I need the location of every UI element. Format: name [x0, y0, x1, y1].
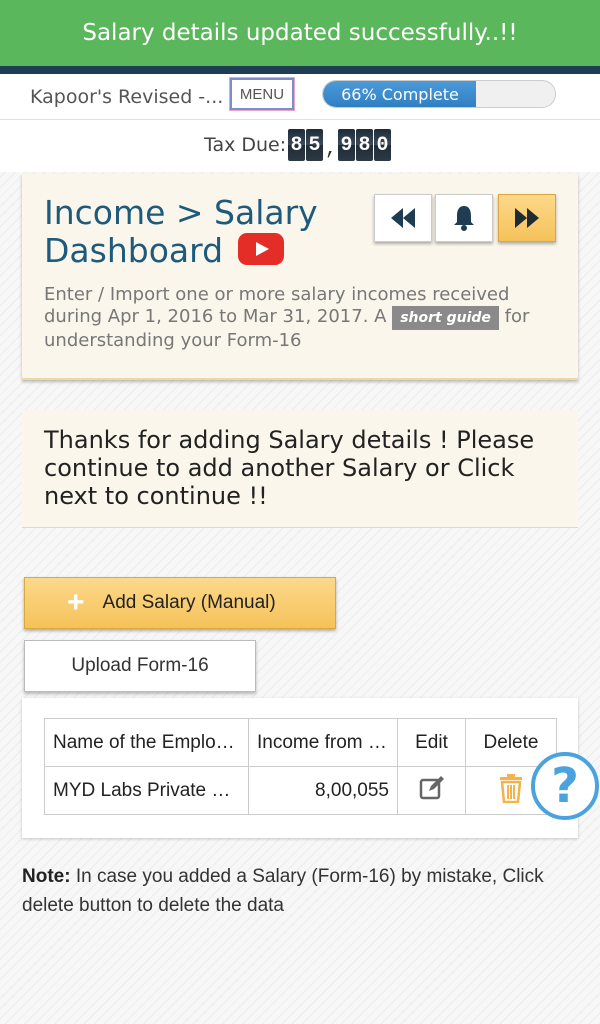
- tax-digit: 0: [374, 129, 392, 161]
- trash-icon[interactable]: [498, 773, 524, 803]
- next-button[interactable]: [498, 194, 556, 242]
- tax-digit: 8: [288, 129, 305, 161]
- thanks-message-box: Thanks for adding Salary details ! Pleas…: [22, 410, 578, 528]
- tax-digit: 9: [338, 129, 356, 161]
- tax-due-value: 8 5 , 9 8 0: [288, 129, 392, 161]
- progress-bar: 66% Complete: [322, 80, 556, 108]
- header-bar: Kapoor's Revised -... MENU 66% Complete: [0, 66, 600, 120]
- dashboard-card: Income > Salary Dashboard Enter / Import…: [22, 174, 578, 380]
- add-salary-button[interactable]: + Add Salary (Manual): [24, 577, 336, 629]
- notification-button[interactable]: [435, 194, 493, 242]
- table-header-row: Name of the Employer Income from Salary …: [44, 718, 557, 767]
- title-line2: Dashboard: [44, 231, 224, 270]
- note-body: In case you added a Salary (Form-16) by …: [22, 866, 544, 916]
- app-bar-strip: [0, 66, 600, 74]
- help-icon[interactable]: ?: [531, 752, 599, 820]
- add-salary-label: Add Salary (Manual): [102, 592, 276, 613]
- income-cell: 8,00,055: [248, 766, 398, 815]
- dashboard-description: Enter / Import one or more salary income…: [44, 284, 544, 352]
- return-name[interactable]: Kapoor's Revised -...: [30, 86, 223, 108]
- previous-button[interactable]: [374, 194, 432, 242]
- tax-due-label: Tax Due:: [204, 134, 287, 156]
- edit-icon[interactable]: [418, 774, 446, 802]
- double-chevron-right-icon: [515, 208, 539, 228]
- table-row: MYD Labs Private Limited 8,00,055: [44, 766, 557, 815]
- progress-label: 66% Complete: [341, 84, 459, 104]
- column-header-edit: Edit: [397, 718, 466, 767]
- youtube-icon[interactable]: [237, 232, 284, 265]
- bell-icon: [454, 206, 474, 231]
- tax-due-row: Tax Due: 8 5 , 9 8 0: [0, 120, 600, 172]
- tax-comma: ,: [325, 138, 338, 161]
- success-toast: Salary details updated successfully..!!: [0, 0, 600, 66]
- note-label: Note:: [22, 866, 71, 887]
- note-text: Note: In case you added a Salary (Form-1…: [22, 862, 582, 920]
- salary-table: Name of the Employer Income from Salary …: [44, 718, 557, 815]
- upload-form16-button[interactable]: Upload Form-16: [24, 640, 256, 692]
- employer-cell: MYD Labs Private Limited: [44, 766, 249, 815]
- thanks-message: Thanks for adding Salary details ! Pleas…: [44, 426, 535, 510]
- double-chevron-left-icon: [391, 208, 415, 228]
- salary-table-card: Name of the Employer Income from Salary …: [22, 698, 578, 838]
- column-header-income[interactable]: Income from Salary: [248, 718, 398, 767]
- short-guide-link[interactable]: short guide: [392, 306, 499, 330]
- tax-digit: 8: [356, 129, 374, 161]
- plus-icon: +: [67, 586, 85, 619]
- tax-digit: 5: [306, 129, 323, 161]
- menu-button[interactable]: MENU: [230, 78, 294, 110]
- edit-cell: [397, 766, 466, 815]
- title-line1: Income > Salary: [44, 193, 318, 232]
- toast-message: Salary details updated successfully..!!: [82, 20, 518, 46]
- column-header-employer[interactable]: Name of the Employer: [44, 718, 249, 767]
- page-title: Income > Salary Dashboard: [44, 194, 344, 270]
